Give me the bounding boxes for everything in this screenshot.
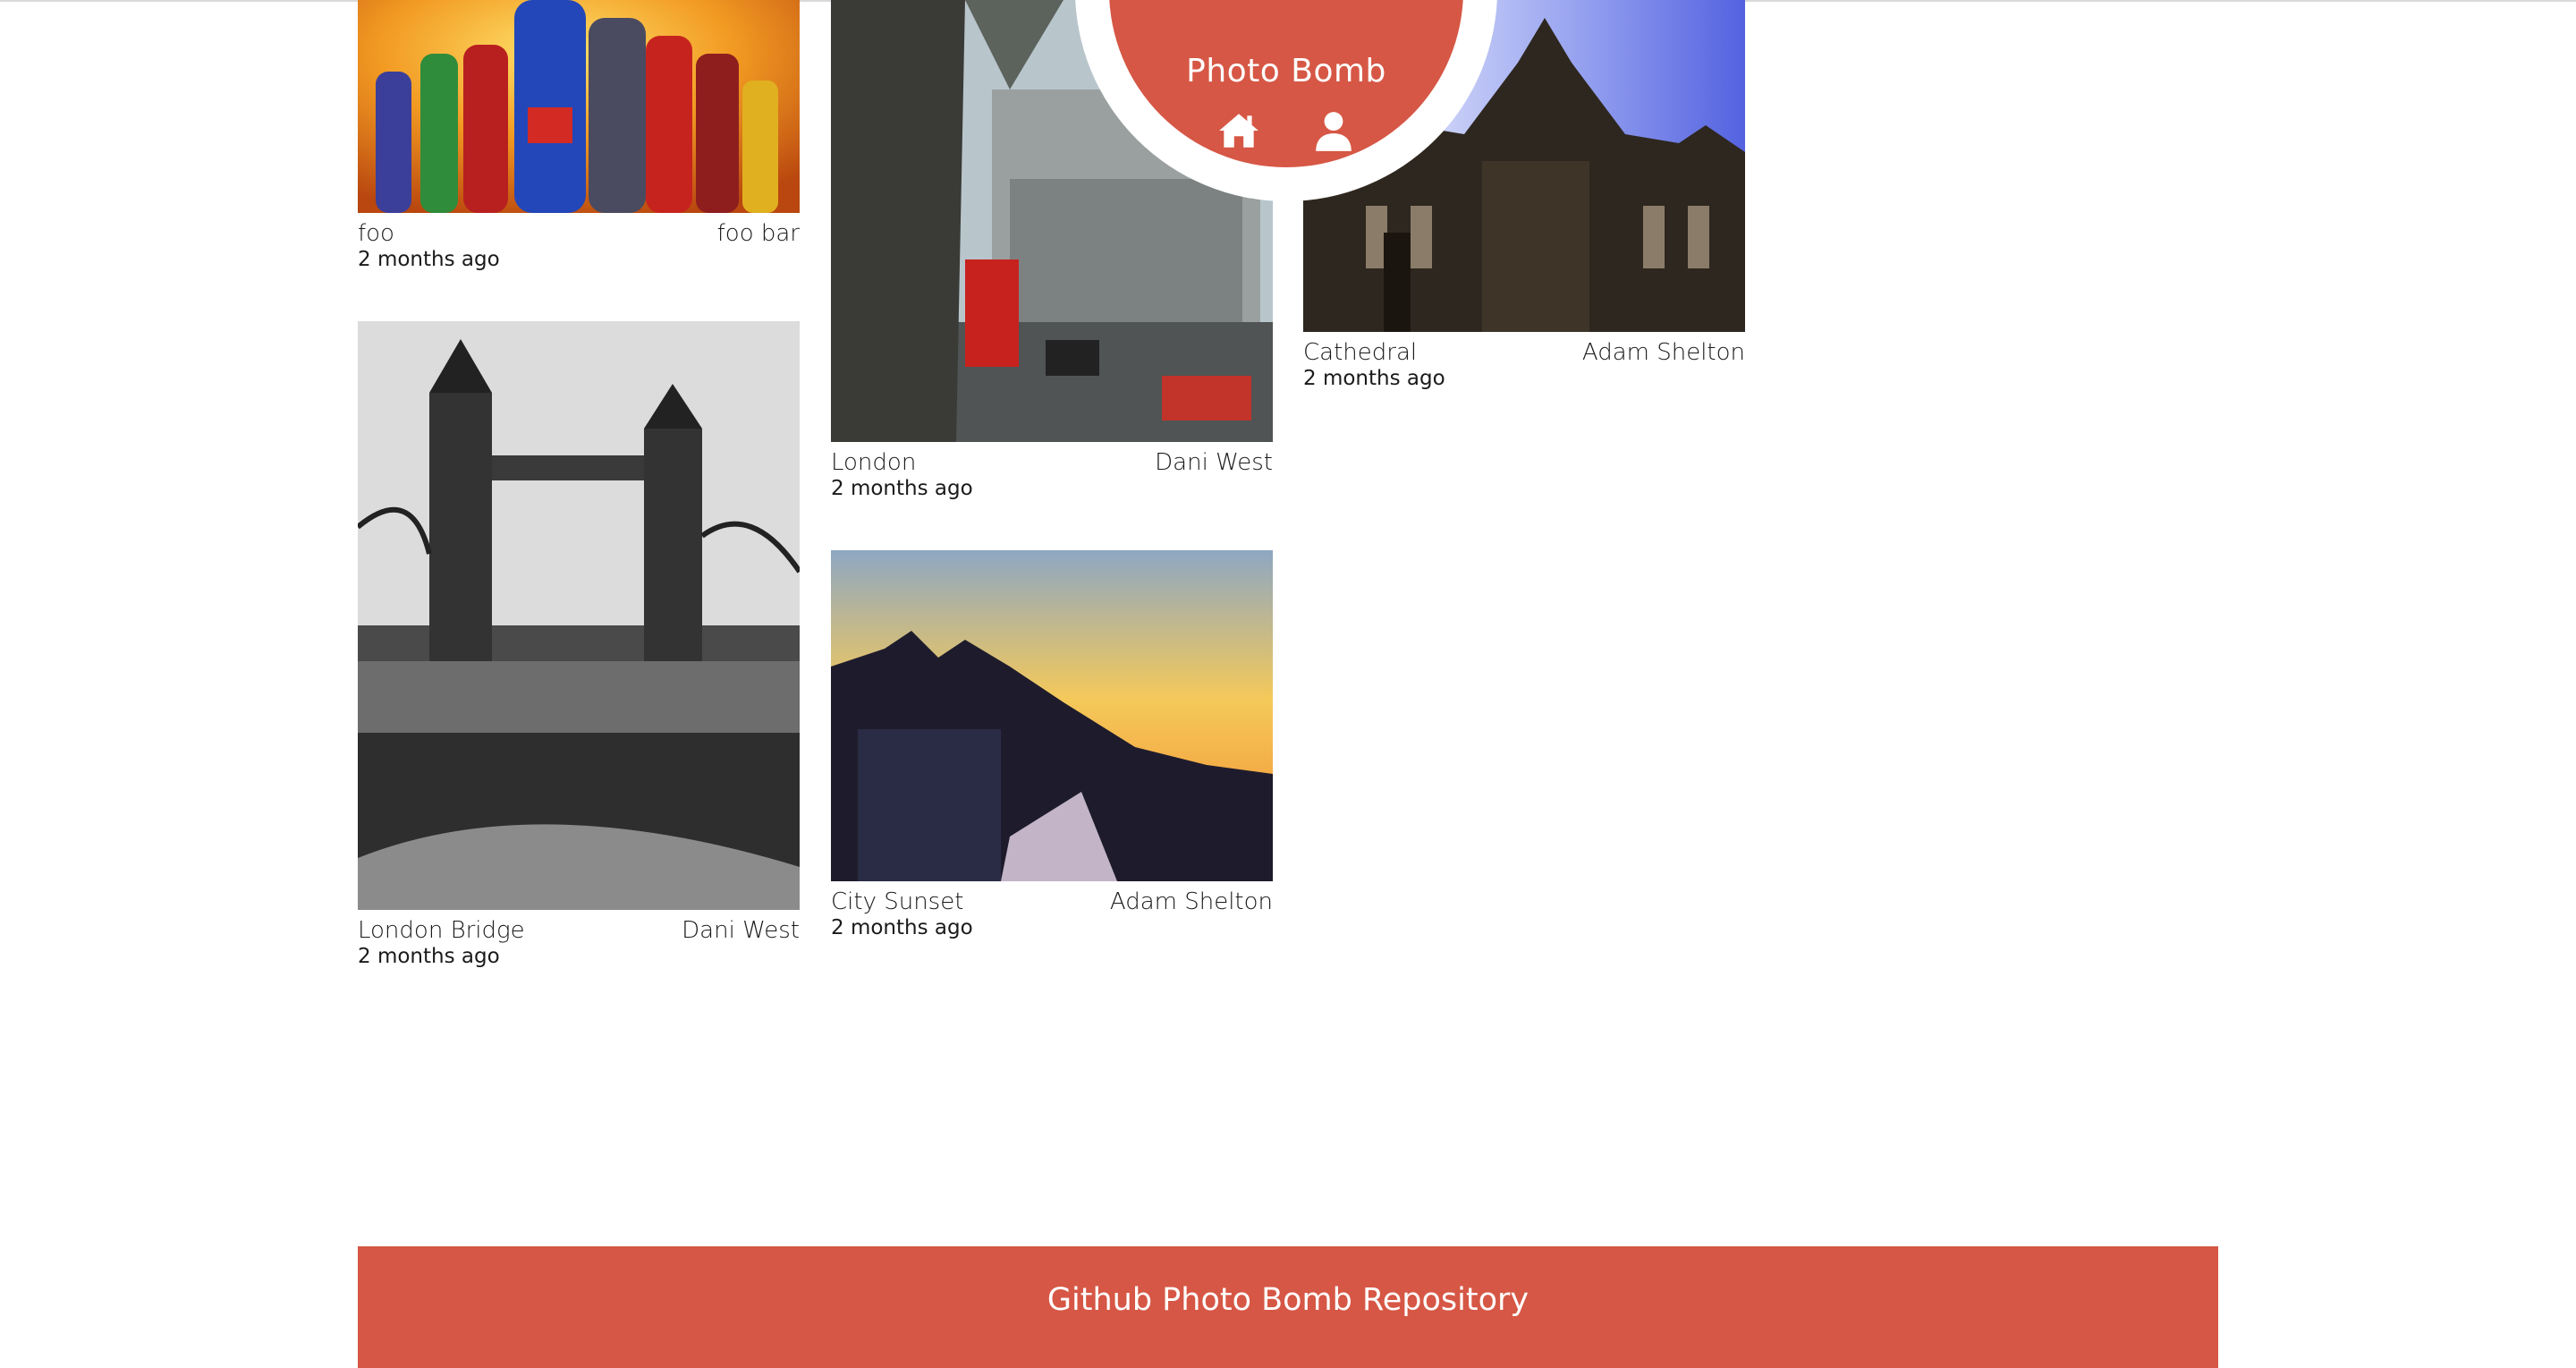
home-icon[interactable] <box>1216 108 1261 153</box>
photo-image[interactable] <box>358 0 800 213</box>
photo-time: 2 months ago <box>831 477 973 500</box>
photo-time: 2 months ago <box>831 916 973 939</box>
footer-repo-link[interactable]: Github Photo Bomb Repository <box>358 1246 2218 1368</box>
photo-time: 2 months ago <box>358 248 500 271</box>
photo-title[interactable]: London <box>831 449 916 476</box>
site-brand[interactable]: Photo Bomb <box>1109 53 1463 89</box>
header-nav <box>1109 108 1463 153</box>
photo-author[interactable]: Adam Shelton <box>1582 339 1745 366</box>
photo-author[interactable]: Dani West <box>682 917 800 944</box>
photo-title[interactable]: London Bridge <box>358 917 525 944</box>
photo-title[interactable]: Cathedral <box>1303 339 1417 366</box>
page: foo foo bar 2 months ago London Bridge D… <box>0 0 2576 1368</box>
photo-author[interactable]: Adam Shelton <box>1110 888 1273 915</box>
photo-title[interactable]: City Sunset <box>831 888 963 915</box>
photo-time: 2 months ago <box>1303 367 1445 390</box>
photo-title[interactable]: foo <box>358 220 394 247</box>
photo-author[interactable]: foo bar <box>717 220 800 247</box>
photo-image[interactable] <box>831 550 1273 881</box>
user-icon[interactable] <box>1311 108 1356 153</box>
photo-author[interactable]: Dani West <box>1155 449 1273 476</box>
photo-card-london-bridge[interactable]: London Bridge Dani West 2 months ago <box>358 321 800 969</box>
photo-image[interactable] <box>358 321 800 910</box>
photo-meta: Cathedral Adam Shelton <box>1303 339 1745 366</box>
photo-meta: foo foo bar <box>358 220 800 247</box>
photo-card-city-sunset[interactable]: City Sunset Adam Shelton 2 months ago <box>831 550 1273 940</box>
header-badge: Photo Bomb <box>1109 0 1463 167</box>
photo-meta: City Sunset Adam Shelton <box>831 888 1273 915</box>
photo-meta: London Dani West <box>831 449 1273 476</box>
photo-time: 2 months ago <box>358 945 500 968</box>
photo-meta: London Bridge Dani West <box>358 917 800 944</box>
photo-card-foo[interactable]: foo foo bar 2 months ago <box>358 0 800 272</box>
